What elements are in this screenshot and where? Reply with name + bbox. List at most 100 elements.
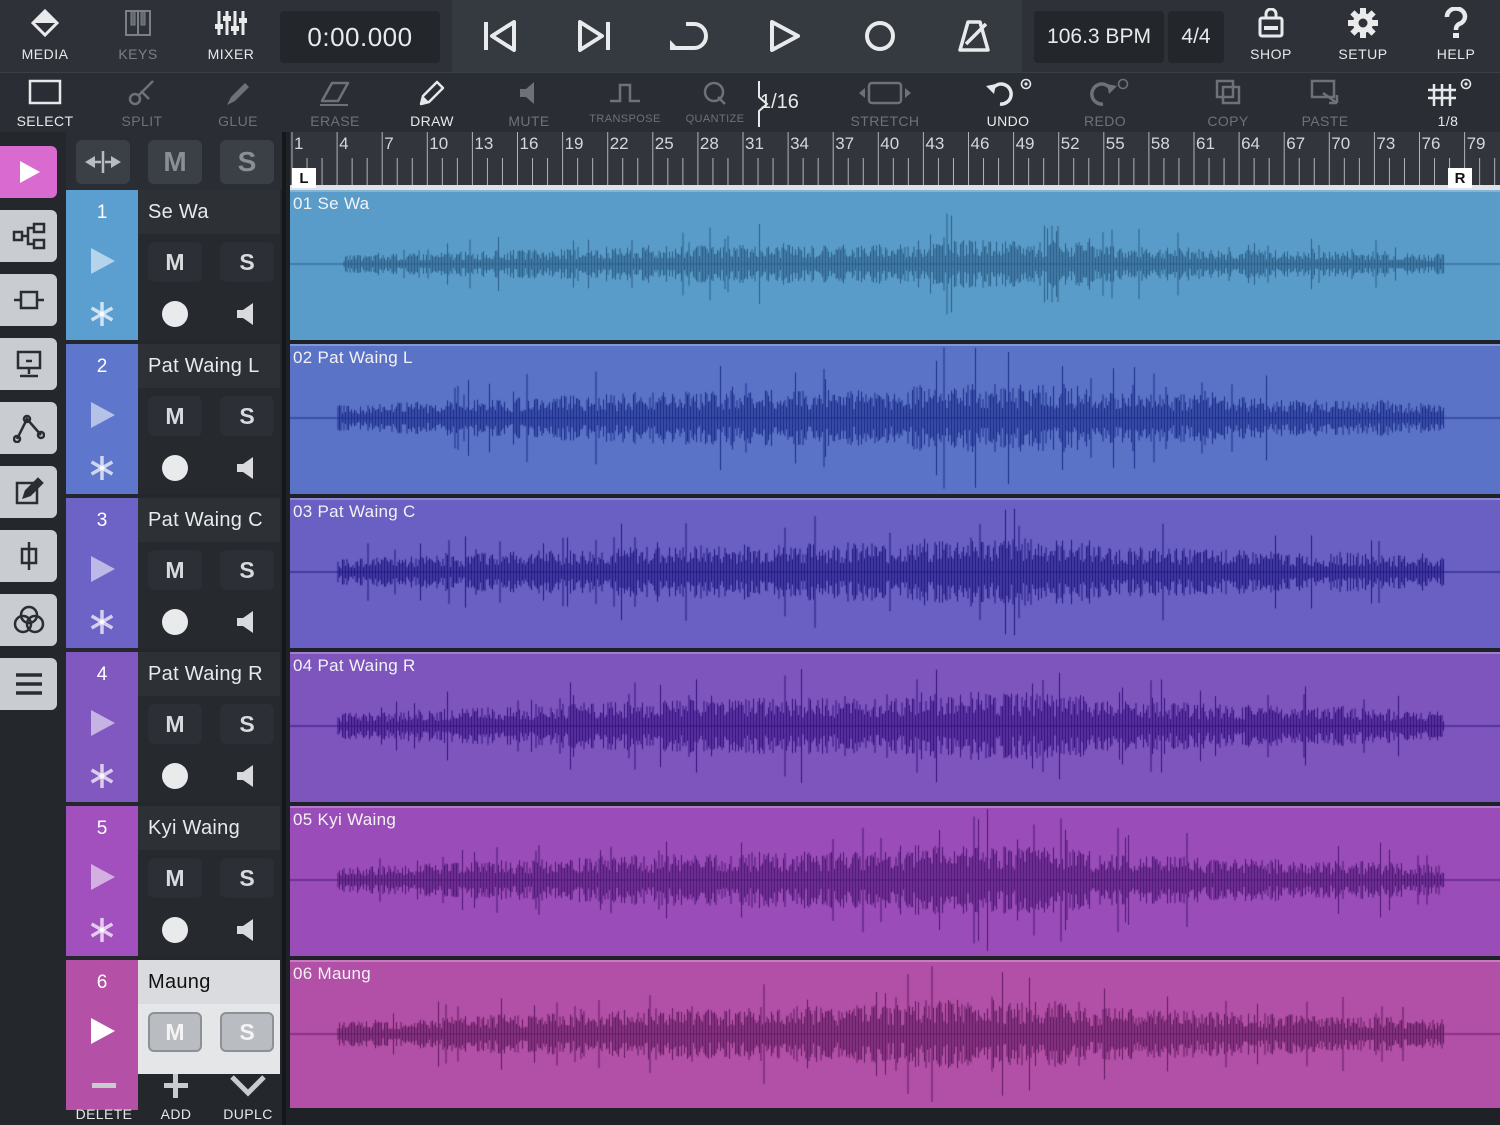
sidebar-monitor-button[interactable] [0, 338, 57, 390]
timeline-ruler[interactable]: 1 4 7 10 13 16 19 22 25 28 31 34 37 40 43 46 49 52 55 58 61 6… [290, 132, 1500, 190]
keys-button[interactable]: KEYS [93, 0, 183, 72]
track-name[interactable]: Maung [138, 960, 280, 1004]
track-header[interactable]: 3 Pat Waing C M S [66, 498, 282, 648]
track-solo-button[interactable]: S [220, 704, 274, 744]
copy-button[interactable]: COPY [1180, 73, 1276, 133]
track-solo-button[interactable]: S [220, 1012, 274, 1052]
track-header[interactable]: 1 Se Wa M S [66, 190, 282, 340]
audio-region[interactable]: 05 Kyi Waing [290, 806, 1500, 956]
grid-button[interactable]: 1/8 [1400, 73, 1496, 133]
select-tool[interactable]: SELECT [0, 73, 93, 133]
track-header[interactable]: 4 Pat Waing R M S [66, 652, 282, 802]
delete-track-button[interactable]: DELETE [68, 1066, 140, 1125]
track-width-button[interactable] [76, 140, 130, 184]
track-freeze-button[interactable] [66, 904, 138, 956]
track-play-button[interactable] [66, 850, 138, 904]
help-button[interactable]: HELP [1411, 0, 1500, 72]
duplicate-track-button[interactable]: DUPLC [212, 1066, 284, 1125]
add-track-button[interactable]: ADD [140, 1066, 212, 1125]
track-name[interactable]: Pat Waing L [138, 344, 280, 388]
track-solo-button[interactable]: S [220, 242, 274, 282]
track-monitor-button[interactable] [220, 444, 274, 492]
sidebar-routing-button[interactable] [0, 210, 57, 262]
undo-button[interactable]: UNDO [960, 73, 1056, 133]
rewind-button[interactable] [454, 0, 546, 72]
audio-region[interactable]: 01 Se Wa [290, 190, 1500, 340]
track-record-button[interactable] [148, 906, 202, 954]
sidebar-play-button[interactable] [0, 146, 57, 198]
sidebar-edit-button[interactable] [0, 466, 57, 518]
erase-tool[interactable]: ERASE [287, 73, 383, 133]
track-play-button[interactable] [66, 1004, 138, 1058]
shop-button[interactable]: SHOP [1226, 0, 1316, 72]
sidebar-automation-button[interactable] [0, 402, 57, 454]
setup-button[interactable]: SETUP [1318, 0, 1408, 72]
sidebar-channel-button[interactable] [0, 274, 57, 326]
media-button[interactable]: MEDIA [0, 0, 90, 72]
track-solo-button[interactable]: S [220, 858, 274, 898]
draw-tool[interactable]: DRAW [384, 73, 480, 133]
track-play-button[interactable] [66, 696, 138, 750]
track-freeze-button[interactable] [66, 750, 138, 802]
track-monitor-button[interactable] [220, 290, 274, 338]
metronome-button[interactable] [928, 0, 1020, 72]
quantize-value[interactable]: 1/16 [760, 78, 840, 126]
forward-button[interactable] [548, 0, 640, 72]
track-play-button[interactable] [66, 388, 138, 442]
track-record-button[interactable] [148, 290, 202, 338]
track-header[interactable]: 5 Kyi Waing M S [66, 806, 282, 956]
sidebar-list-button[interactable] [0, 658, 57, 710]
paste-button[interactable]: PASTE [1277, 73, 1373, 133]
track-header[interactable]: 2 Pat Waing L M S [66, 344, 282, 494]
quantize-tool[interactable]: QUANTIZE [667, 73, 763, 133]
sidebar-insert-button[interactable] [0, 530, 57, 582]
record-button[interactable] [834, 0, 926, 72]
track-mute-button[interactable]: M [148, 396, 202, 436]
track-freeze-button[interactable] [66, 288, 138, 340]
track-record-button[interactable] [148, 444, 202, 492]
track-record-button[interactable] [148, 752, 202, 800]
time-signature-display[interactable]: 4/4 [1168, 11, 1224, 63]
track-play-button[interactable] [66, 542, 138, 596]
audio-region[interactable]: 04 Pat Waing R [290, 652, 1500, 802]
track-record-button[interactable] [148, 598, 202, 646]
track-monitor-button[interactable] [220, 598, 274, 646]
global-mute-button[interactable]: M [148, 140, 202, 184]
mute-tool[interactable]: MUTE [481, 73, 577, 133]
sidebar-fx-button[interactable] [0, 594, 57, 646]
track-monitor-button[interactable] [220, 752, 274, 800]
stretch-label: STRETCH [850, 113, 920, 129]
glue-tool[interactable]: GLUE [190, 73, 286, 133]
loop-button[interactable] [642, 0, 734, 72]
track-freeze-button[interactable] [66, 442, 138, 494]
track-mute-button[interactable]: M [148, 1012, 202, 1052]
audio-region[interactable]: 02 Pat Waing L [290, 344, 1500, 494]
track-play-button[interactable] [66, 234, 138, 288]
track-freeze-button[interactable] [66, 596, 138, 648]
stretch-tool[interactable]: STRETCH [837, 73, 933, 133]
track-mute-button[interactable]: M [148, 858, 202, 898]
redo-button[interactable]: REDO [1057, 73, 1153, 133]
global-solo-button[interactable]: S [220, 140, 274, 184]
track-name[interactable]: Se Wa [138, 190, 280, 234]
time-display[interactable]: 0:00.000 [280, 11, 440, 63]
split-tool[interactable]: SPLIT [94, 73, 190, 133]
track-mute-button[interactable]: M [148, 704, 202, 744]
track-mute-button[interactable]: M [148, 242, 202, 282]
loop-left-marker[interactable]: L [292, 168, 316, 188]
track-monitor-button[interactable] [220, 906, 274, 954]
play-button[interactable] [738, 0, 830, 72]
track-name[interactable]: Kyi Waing [138, 806, 280, 850]
track-solo-button[interactable]: S [220, 396, 274, 436]
track-solo-button[interactable]: S [220, 550, 274, 590]
asterisk-icon [90, 302, 114, 326]
transpose-tool[interactable]: TRANSPOSE [577, 73, 673, 133]
audio-region[interactable]: 03 Pat Waing C [290, 498, 1500, 648]
track-name[interactable]: Pat Waing C [138, 498, 280, 542]
loop-right-marker[interactable]: R [1448, 168, 1472, 188]
track-mute-button[interactable]: M [148, 550, 202, 590]
track-name[interactable]: Pat Waing R [138, 652, 280, 696]
mixer-button[interactable]: MIXER [186, 0, 276, 72]
audio-region[interactable]: 06 Maung [290, 960, 1500, 1108]
tempo-display[interactable]: 106.3 BPM [1034, 11, 1164, 63]
